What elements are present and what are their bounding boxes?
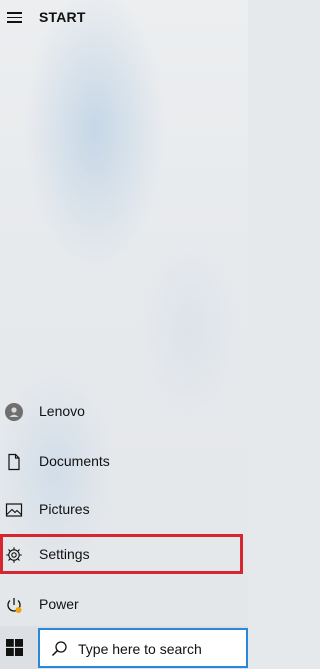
- power-label: Power: [39, 596, 79, 612]
- documents-button[interactable]: Documents: [0, 440, 248, 484]
- power-icon: [5, 596, 23, 614]
- windows-start-button[interactable]: [0, 626, 34, 669]
- pictures-label: Pictures: [39, 501, 90, 517]
- start-header: START: [0, 0, 248, 36]
- taskbar: Type here to search: [0, 626, 248, 669]
- power-button[interactable]: Power: [0, 583, 248, 626]
- taskbar-search-box[interactable]: Type here to search: [38, 628, 248, 668]
- hamburger-icon[interactable]: [7, 11, 23, 23]
- start-title: START: [39, 9, 86, 25]
- windows-logo-icon: [6, 639, 23, 656]
- picture-icon: [5, 501, 23, 519]
- user-account-button[interactable]: Lenovo: [0, 390, 248, 434]
- settings-highlight-box: [0, 534, 243, 574]
- search-placeholder-text: Type here to search: [78, 641, 202, 657]
- document-icon: [5, 453, 23, 471]
- user-avatar-icon: [5, 403, 23, 421]
- user-account-label: Lenovo: [39, 403, 85, 419]
- pictures-button[interactable]: Pictures: [0, 488, 248, 532]
- documents-label: Documents: [39, 453, 110, 469]
- search-icon: [51, 641, 67, 657]
- start-menu-panel: START Lenovo Documents Pictures Settings…: [0, 0, 248, 626]
